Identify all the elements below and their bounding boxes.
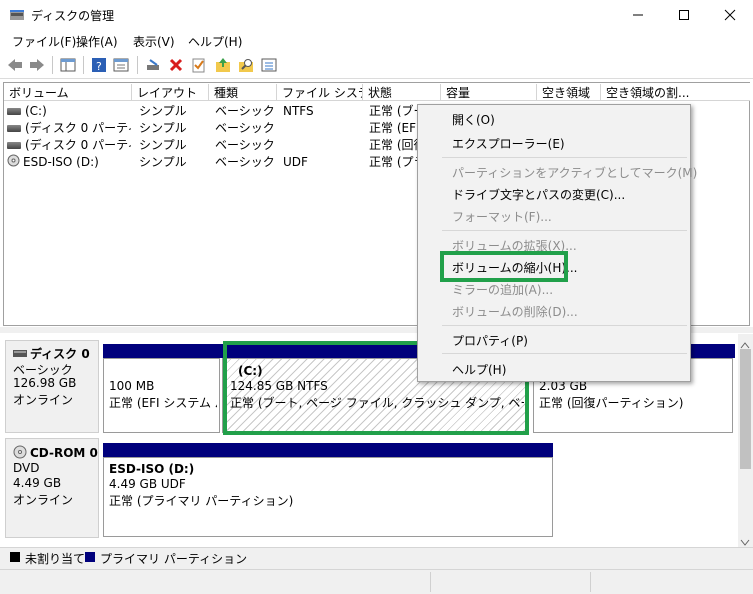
table-cell: シンプル — [139, 138, 187, 152]
volume-name: (ディスク 0 パーティシ... — [25, 121, 131, 135]
table-row[interactable]: (C:) — [7, 103, 131, 119]
table-cell: 正常 (EFI — [369, 121, 417, 135]
help-icon[interactable]: ? — [90, 56, 108, 74]
menu-view[interactable]: 表示(V) — [133, 33, 175, 50]
partition-bar — [103, 344, 220, 358]
table-cell: ベーシック — [215, 104, 275, 118]
window-title: ディスクの管理 — [31, 9, 115, 23]
toolbar-separator — [137, 56, 138, 74]
properties-icon[interactable] — [112, 56, 130, 74]
connect-disk-icon[interactable] — [144, 56, 162, 74]
volume-icon — [7, 108, 21, 115]
volume-icon — [7, 125, 21, 132]
import-folder-icon[interactable] — [214, 56, 232, 74]
column-header-filesystem[interactable]: ファイル システム — [277, 84, 363, 100]
volume-name: ESD-ISO (D:) — [23, 155, 99, 169]
partition-size: 100 MB — [109, 379, 155, 393]
column-header-free-percent[interactable]: 空き領域の割... — [601, 84, 691, 100]
menu-separator — [442, 157, 687, 158]
menu-action[interactable]: 操作(A) — [76, 33, 118, 50]
table-cell: NTFS — [283, 104, 314, 118]
table-row[interactable]: ESD-ISO (D:) — [7, 154, 131, 170]
column-header-type[interactable]: 種類 — [209, 84, 277, 100]
maximize-button[interactable] — [661, 0, 707, 30]
table-cell — [283, 137, 361, 153]
toolbar-separator — [83, 56, 84, 74]
table-cell: シンプル — [139, 155, 187, 169]
menu-item-delete-volume: ボリュームの削除(D)... — [452, 305, 578, 319]
column-header-layout[interactable]: レイアウト — [132, 84, 209, 100]
table-cell: ベーシック — [215, 121, 275, 135]
table-cell: 正常 (プラ — [369, 155, 417, 169]
disk-name: CD-ROM 0 — [30, 446, 98, 460]
menu-item-properties[interactable]: プロパティ(P) — [452, 332, 528, 349]
table-cell: ベーシック — [215, 138, 275, 152]
volume-icon — [7, 142, 21, 149]
disk-status: オンライン — [13, 393, 74, 407]
scrollbar-thumb[interactable] — [740, 349, 751, 469]
menu-file[interactable]: ファイル(F) — [12, 33, 76, 50]
partition-status: 正常 (プライマリ パーティション) — [109, 494, 294, 508]
delete-icon[interactable] — [167, 56, 185, 74]
cd-icon — [7, 154, 20, 170]
partition-size: 4.49 GB UDF — [109, 477, 186, 491]
console-tree-icon[interactable] — [59, 56, 77, 74]
table-cell: シンプル — [139, 104, 187, 118]
partition-status: 正常 (EFI システム パー — [109, 396, 217, 410]
menu-separator — [442, 230, 687, 231]
disk-size: 4.49 GB — [13, 476, 62, 490]
check-icon[interactable] — [190, 56, 208, 74]
partition-title: ESD-ISO (D:) — [109, 462, 195, 476]
status-divider — [590, 572, 591, 592]
menu-separator — [442, 325, 687, 326]
menu-item-mark-active: パーティションをアクティブとしてマーク(M) — [452, 166, 698, 180]
toolbar-separator — [52, 56, 53, 74]
column-header-free-space[interactable]: 空き領域 — [537, 84, 601, 100]
table-cell: シンプル — [139, 121, 187, 135]
legend-primary: プライマリ パーティション — [100, 552, 248, 566]
list-view-icon[interactable] — [260, 56, 278, 74]
table-cell: 正常 (ブート — [369, 104, 417, 118]
disk-type: DVD — [13, 461, 40, 475]
search-folder-icon[interactable] — [237, 56, 255, 74]
primary-swatch — [85, 552, 95, 562]
menu-item-change-drive-letter[interactable]: ドライブ文字とパスの変更(C)... — [452, 186, 625, 203]
disk-name: ディスク 0 — [30, 347, 90, 361]
menu-item-add-mirror: ミラーの追加(A)... — [452, 283, 554, 297]
forward-arrow-icon[interactable] — [28, 56, 46, 74]
svg-text:?: ? — [96, 60, 102, 73]
legend-unallocated: 未割り当て — [25, 552, 86, 566]
menu-item-format: フォーマット(F)... — [452, 210, 552, 224]
table-cell: 正常 (回復 — [369, 138, 417, 152]
minimize-button[interactable] — [615, 0, 661, 30]
volume-name: (C:) — [25, 104, 47, 118]
menu-item-explorer[interactable]: エクスプローラー(E) — [452, 135, 565, 152]
menu-separator — [442, 353, 687, 354]
highlight-shrink-volume — [440, 251, 568, 282]
disk-management-icon — [9, 8, 25, 22]
volume-name: (ディスク 0 パーティシ... — [25, 138, 131, 152]
partition-status: 正常 (回復パーティション) — [539, 396, 684, 410]
unallocated-swatch — [10, 552, 20, 562]
column-header-status[interactable]: 状態 — [363, 84, 441, 100]
menu-help[interactable]: ヘルプ(H) — [188, 33, 242, 50]
menu-item-help[interactable]: ヘルプ(H) — [452, 361, 506, 378]
partition-bar — [103, 443, 553, 457]
disk-size: 126.98 GB — [13, 376, 77, 390]
menu-item-open[interactable]: 開く(O) — [452, 111, 495, 128]
status-divider — [430, 572, 431, 592]
table-row[interactable]: (ディスク 0 パーティシ... — [7, 137, 131, 153]
column-header-capacity[interactable]: 容量 — [441, 84, 537, 100]
table-cell — [283, 120, 361, 136]
disk-status: オンライン — [13, 493, 74, 507]
disk-icon — [13, 347, 27, 361]
status-bar — [0, 569, 753, 594]
back-arrow-icon[interactable] — [6, 56, 24, 74]
table-cell: UDF — [283, 155, 308, 169]
cd-icon — [13, 445, 27, 462]
column-header-volume[interactable]: ボリューム — [4, 84, 132, 100]
table-row[interactable]: (ディスク 0 パーティシ... — [7, 120, 131, 136]
close-button[interactable] — [707, 0, 753, 30]
table-cell: ベーシック — [215, 155, 275, 169]
